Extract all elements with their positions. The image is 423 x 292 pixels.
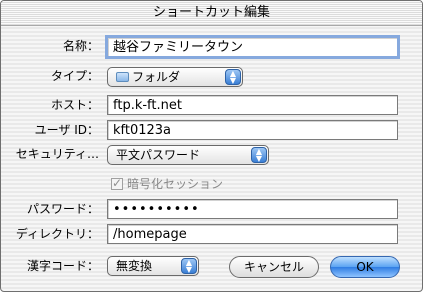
host-label: ホスト： <box>50 98 99 112</box>
directory-field[interactable]: /homepage <box>107 224 398 244</box>
user-id-label: ユーザ ID： <box>34 123 99 137</box>
folder-icon <box>116 72 129 82</box>
checkbox-icon <box>111 175 123 191</box>
name-label: 名称： <box>62 39 99 53</box>
type-popup[interactable]: フォルダ ▲ ▼ <box>107 67 243 87</box>
security-popup[interactable]: 平文パスワード ▲ ▼ <box>107 145 269 165</box>
directory-label: ディレクトリ： <box>15 227 99 241</box>
security-value: 平文パスワード <box>116 148 201 162</box>
cancel-button[interactable]: キャンセル <box>229 256 319 278</box>
popup-arrows-icon: ▲ ▼ <box>225 69 241 85</box>
type-label: タイプ： <box>50 69 99 83</box>
secure-session-label: 暗号化セッション <box>127 177 224 191</box>
dialog-title: ショートカット編集 <box>1 1 422 26</box>
popup-arrows-icon: ▲ ▼ <box>181 258 197 274</box>
password-label: パスワード： <box>26 202 99 216</box>
password-field[interactable]: •••••••••• <box>107 199 398 219</box>
type-value: フォルダ <box>132 70 181 84</box>
ok-button[interactable]: OK <box>330 256 400 278</box>
charset-label: 漢字コード： <box>26 259 99 273</box>
popup-arrows-icon: ▲ ▼ <box>251 147 267 163</box>
security-label: セキュリティ… <box>15 147 99 161</box>
charset-popup[interactable]: 無変換 ▲ ▼ <box>107 256 199 276</box>
user-id-field[interactable]: kft0123a <box>107 120 398 140</box>
host-field[interactable]: ftp.k-ft.net <box>107 95 398 115</box>
secure-session-checkbox[interactable]: 暗号化セッション <box>111 175 224 192</box>
charset-value: 無変換 <box>116 259 153 273</box>
shortcut-edit-dialog: ショートカット編集 名称： 越谷ファミリータウン タイプ： フォルダ ▲ ▼ ホス… <box>0 0 423 292</box>
name-field[interactable]: 越谷ファミリータウン <box>105 35 400 59</box>
